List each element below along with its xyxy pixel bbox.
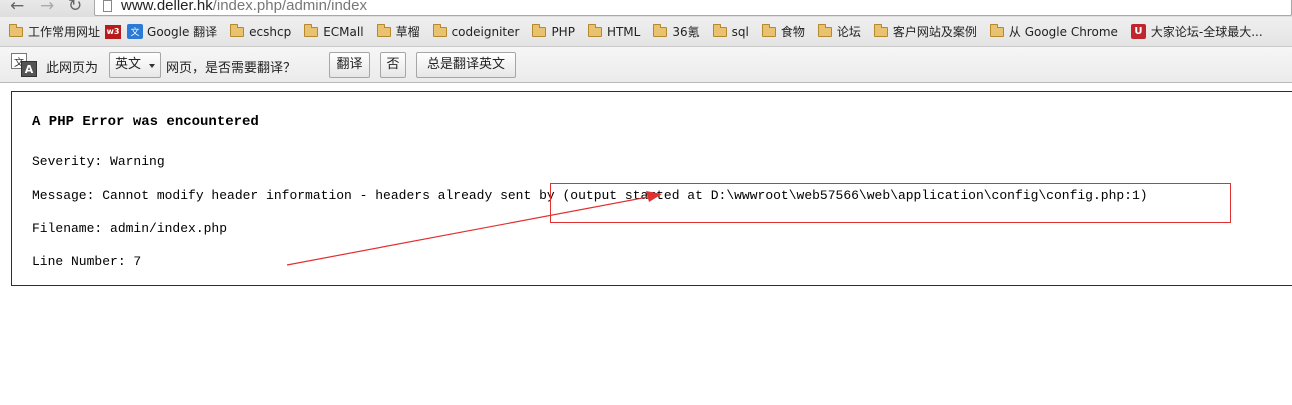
annotation-arrow-icon [286, 191, 662, 266]
